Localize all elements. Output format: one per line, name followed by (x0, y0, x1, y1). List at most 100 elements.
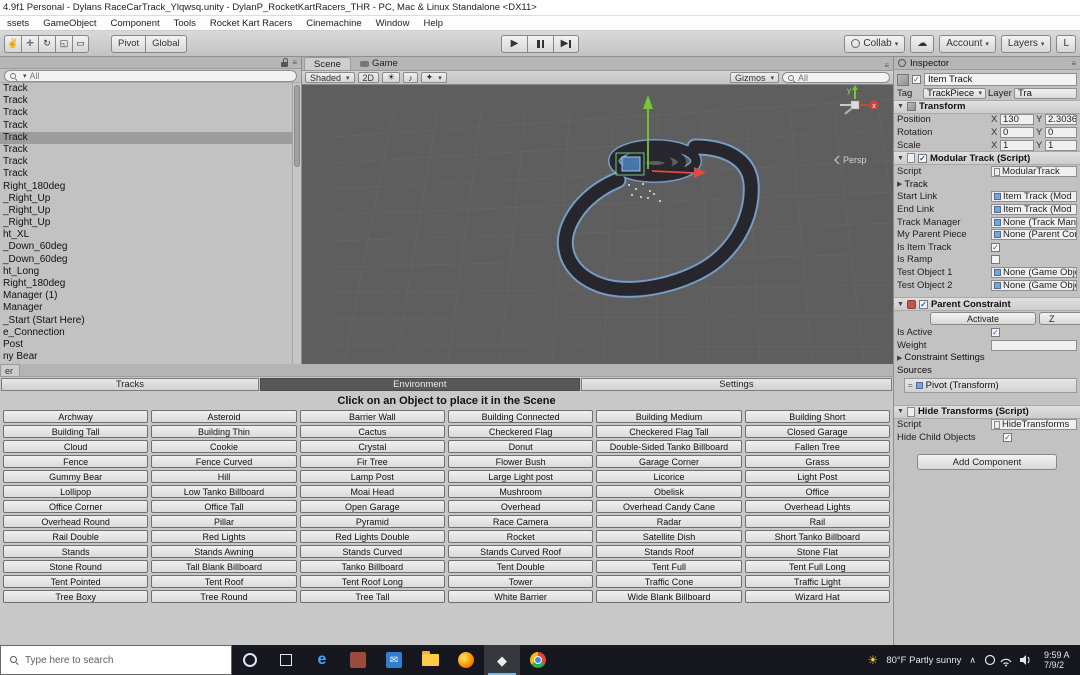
placeable-object-button[interactable]: Tent Full Long (744, 560, 890, 573)
placer-window-tab[interactable]: er (0, 364, 20, 376)
transform-y-field[interactable]: 2.3036 (1045, 114, 1077, 126)
tag-dropdown[interactable]: TrackPiece ▾ (923, 87, 986, 99)
hierarchy-item[interactable]: e_Connection (0, 327, 292, 339)
placeable-object-button[interactable]: Stone Round (3, 560, 149, 573)
placeable-object-button[interactable]: Building Thin (151, 425, 297, 438)
transform-x-field[interactable]: 1 (1000, 139, 1034, 151)
placer-category-tab[interactable]: Environment (259, 378, 580, 391)
foldout-icon[interactable]: ▶ (897, 180, 902, 188)
constraint-settings-foldout[interactable]: ▶ Constraint Settings (894, 352, 1080, 365)
placeable-object-button[interactable]: Stands Curved (299, 545, 445, 558)
hierarchy-item[interactable]: Manager (0, 302, 292, 314)
placeable-object-button[interactable]: Fence Curved (151, 455, 297, 468)
collab-dropdown[interactable]: Collab ▾ (844, 34, 906, 53)
hand-tool-button[interactable]: ✌ (4, 34, 21, 53)
placer-category-tab[interactable]: Tracks (1, 378, 259, 391)
object-field[interactable]: Item Track (Mod (991, 203, 1077, 215)
placeable-object-button[interactable]: Archway (3, 410, 149, 423)
hierarchy-item[interactable]: Track (0, 120, 292, 132)
taskbar-app-unity[interactable]: ◆ (484, 645, 520, 675)
foldout-icon[interactable]: ▼ (897, 103, 904, 110)
hierarchy-item[interactable]: _Right_Up (0, 193, 292, 205)
hidden-icons-chevron[interactable]: ∧ (969, 655, 976, 666)
taskbar-app-firefox[interactable] (448, 645, 484, 675)
placeable-object-button[interactable]: Cookie (151, 440, 297, 453)
placeable-object-button[interactable]: Tall Blank Billboard (151, 560, 297, 573)
placeable-object-button[interactable]: Large Light post (447, 470, 594, 483)
transform-x-field[interactable]: 0 (1000, 126, 1034, 138)
placeable-object-button[interactable]: Stands (3, 545, 149, 558)
script-object-field[interactable]: HideTransforms (991, 419, 1077, 431)
placeable-object-button[interactable]: Race Camera (447, 515, 594, 528)
taskbar-app-chrome[interactable] (520, 645, 556, 675)
placeable-object-button[interactable]: Fir Tree (299, 455, 445, 468)
layout-dropdown[interactable]: L (1056, 34, 1076, 53)
hierarchy-item[interactable]: ny Bear (0, 351, 292, 363)
gameobject-name-field[interactable]: Item Track (924, 73, 1077, 86)
track-foldout-row[interactable]: ▶ Track (894, 178, 1080, 191)
placeable-object-button[interactable]: Office Corner (3, 500, 149, 513)
panel-menu-icon[interactable]: ≡ (1071, 59, 1076, 68)
menu-item[interactable]: Cinemachine (299, 18, 368, 29)
placeable-object-button[interactable]: Building Connected (447, 410, 594, 423)
hierarchy-item[interactable]: ht_Long (0, 266, 292, 278)
pause-button[interactable] (527, 34, 553, 53)
checkbox[interactable] (991, 242, 1000, 252)
placeable-object-button[interactable]: Tent Roof (151, 575, 297, 588)
placeable-object-button[interactable]: Pillar (151, 515, 297, 528)
weather-text[interactable]: 80°F Partly sunny (886, 655, 961, 666)
placeable-object-button[interactable]: Donut (447, 440, 594, 453)
checkbox[interactable] (991, 255, 1000, 265)
scene-viewport[interactable]: x y Persp (302, 85, 893, 364)
placeable-object-button[interactable]: Traffic Light (744, 575, 890, 588)
foldout-icon[interactable]: ▼ (897, 155, 904, 162)
hierarchy-item[interactable]: Track (0, 156, 292, 168)
parent-constraint-section-header[interactable]: ▼ Parent Constraint (894, 297, 1080, 312)
hierarchy-item[interactable]: ht_XL (0, 229, 292, 241)
placeable-object-button[interactable]: Fence (3, 455, 149, 468)
shading-mode-dropdown[interactable]: Shaded ▾ (305, 72, 355, 83)
foldout-icon[interactable]: ▼ (897, 301, 904, 308)
menu-item[interactable]: Rocket Kart Racers (203, 18, 299, 29)
placeable-object-button[interactable]: Office Tall (151, 500, 297, 513)
gizmos-dropdown[interactable]: Gizmos ▾ (729, 72, 779, 83)
placeable-object-button[interactable]: Moai Head (299, 485, 445, 498)
source-list-item[interactable]: = Pivot (Transform) (905, 378, 1076, 392)
menu-item[interactable]: Help (416, 18, 450, 29)
placeable-object-button[interactable]: Building Medium (596, 410, 742, 423)
cloud-services-button[interactable]: ☁ (910, 34, 935, 53)
scene-audio-toggle[interactable]: ♪ (403, 72, 418, 83)
active-checkbox[interactable] (912, 75, 921, 84)
placeable-object-button[interactable]: Grass (744, 455, 890, 468)
hierarchy-item[interactable]: Right_180deg (0, 278, 292, 290)
selected-track-piece[interactable] (621, 156, 641, 172)
hierarchy-item[interactable]: Track (0, 131, 292, 144)
transform-y-field[interactable]: 0 (1045, 126, 1077, 138)
modular-track-section-header[interactable]: ▼ Modular Track (Script) (894, 151, 1080, 166)
toggle-2d-button[interactable]: 2D (357, 72, 380, 83)
placeable-object-button[interactable]: Crystal (299, 440, 445, 453)
object-field[interactable]: Item Track (Mod (991, 191, 1077, 203)
placeable-object-button[interactable]: Gummy Bear (3, 470, 149, 483)
hierarchy-item[interactable]: Track (0, 83, 292, 95)
placeable-object-button[interactable]: Tanko Billboard (299, 560, 445, 573)
placeable-object-button[interactable]: Tree Round (151, 590, 297, 603)
menu-item[interactable]: Tools (167, 18, 203, 29)
panel-menu-icon[interactable]: ≡ (884, 61, 893, 70)
rotate-tool-button[interactable]: ↻ (38, 34, 55, 53)
placeable-object-button[interactable]: Garage Corner (596, 455, 742, 468)
persp-label[interactable]: Persp (843, 155, 867, 165)
placeable-object-button[interactable]: Cloud (3, 440, 149, 453)
placeable-object-button[interactable]: Radar (596, 515, 742, 528)
inspector-tab[interactable]: Inspector ≡ (894, 57, 1080, 70)
placeable-object-button[interactable]: Overhead Lights (744, 500, 890, 513)
placeable-object-button[interactable]: Checkered Flag (447, 425, 594, 438)
taskbar-clock[interactable]: 9:59 A 7/9/2 (1044, 650, 1080, 670)
taskbar-search-input[interactable]: Type here to search (0, 645, 232, 675)
placeable-object-button[interactable]: Tent Roof Long (299, 575, 445, 588)
hierarchy-item[interactable]: _Right_Up (0, 217, 292, 229)
transform-section-header[interactable]: ▼ Transform (894, 99, 1080, 114)
step-button[interactable]: ▶ (553, 34, 579, 53)
foldout-icon[interactable]: ▼ (897, 408, 904, 415)
layers-dropdown[interactable]: Layers ▾ (1000, 34, 1052, 53)
